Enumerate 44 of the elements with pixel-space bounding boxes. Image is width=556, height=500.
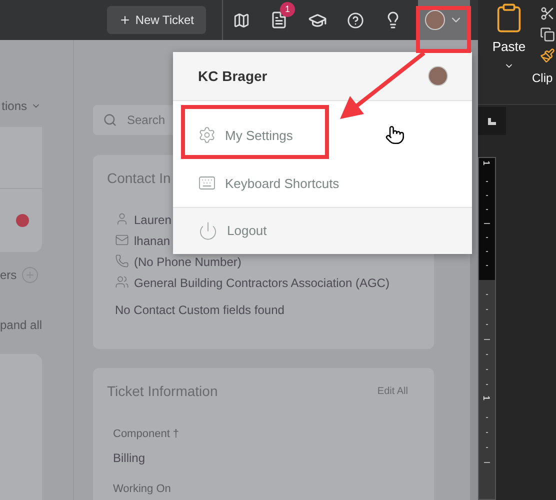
logout-button[interactable]: Logout [198, 221, 267, 242]
paste-button-label[interactable]: Paste [492, 37, 526, 56]
menu-item[interactable]: My Settings [198, 126, 293, 146]
email-icon [115, 233, 129, 247]
actions-label[interactable]: tions [0, 97, 73, 115]
expand-all-link[interactable]: pand all [0, 316, 73, 334]
field-label: Working On [113, 482, 172, 496]
notification-badge: 1 [280, 2, 295, 17]
card-title: Contact In [107, 169, 171, 188]
brush-icon[interactable] [540, 48, 555, 63]
group-icon [115, 275, 129, 289]
custom-fields-note: No Contact Custom fields found [114, 302, 286, 319]
copy-icon[interactable] [540, 27, 555, 42]
contact-detail: General Building Contractors Association (AGC) [134, 275, 390, 292]
field-value: Billing [113, 450, 146, 466]
person-icon [115, 212, 129, 226]
ruler-corner[interactable] [478, 107, 506, 135]
followers-label: ers [0, 267, 17, 284]
map-icon[interactable] [233, 12, 250, 28]
avatar [428, 66, 448, 86]
new-ticket-button[interactable]: New Ticket [107, 6, 206, 34]
edit-all-link[interactable]: Edit All [377, 384, 408, 399]
settings-icon [198, 126, 216, 144]
document-icon[interactable] [270, 11, 288, 29]
user-name: KC Brager [198, 66, 268, 86]
menu-item[interactable]: Keyboard Shortcuts [198, 174, 340, 194]
keyboard-icon [198, 174, 216, 192]
ruler-number: 1 [482, 160, 492, 166]
power-icon [198, 221, 218, 242]
contact-detail: Lauren [134, 212, 172, 229]
plus-icon [119, 14, 132, 26]
phone-icon [115, 254, 129, 268]
field-label: Component † [113, 427, 180, 442]
contact-detail: lhanan [134, 233, 170, 250]
help-icon[interactable] [347, 12, 364, 28]
ruler-number: 1 [482, 396, 492, 400]
avatar [425, 10, 445, 30]
contact-detail: (No Phone Number) [134, 254, 242, 271]
tab-stop-icon [488, 118, 496, 124]
hand-cursor-icon [385, 125, 405, 145]
search-icon [103, 113, 117, 127]
card-title: Ticket Information [107, 382, 218, 401]
scissors-icon[interactable] [540, 6, 555, 21]
group-label: Clip [532, 70, 553, 87]
